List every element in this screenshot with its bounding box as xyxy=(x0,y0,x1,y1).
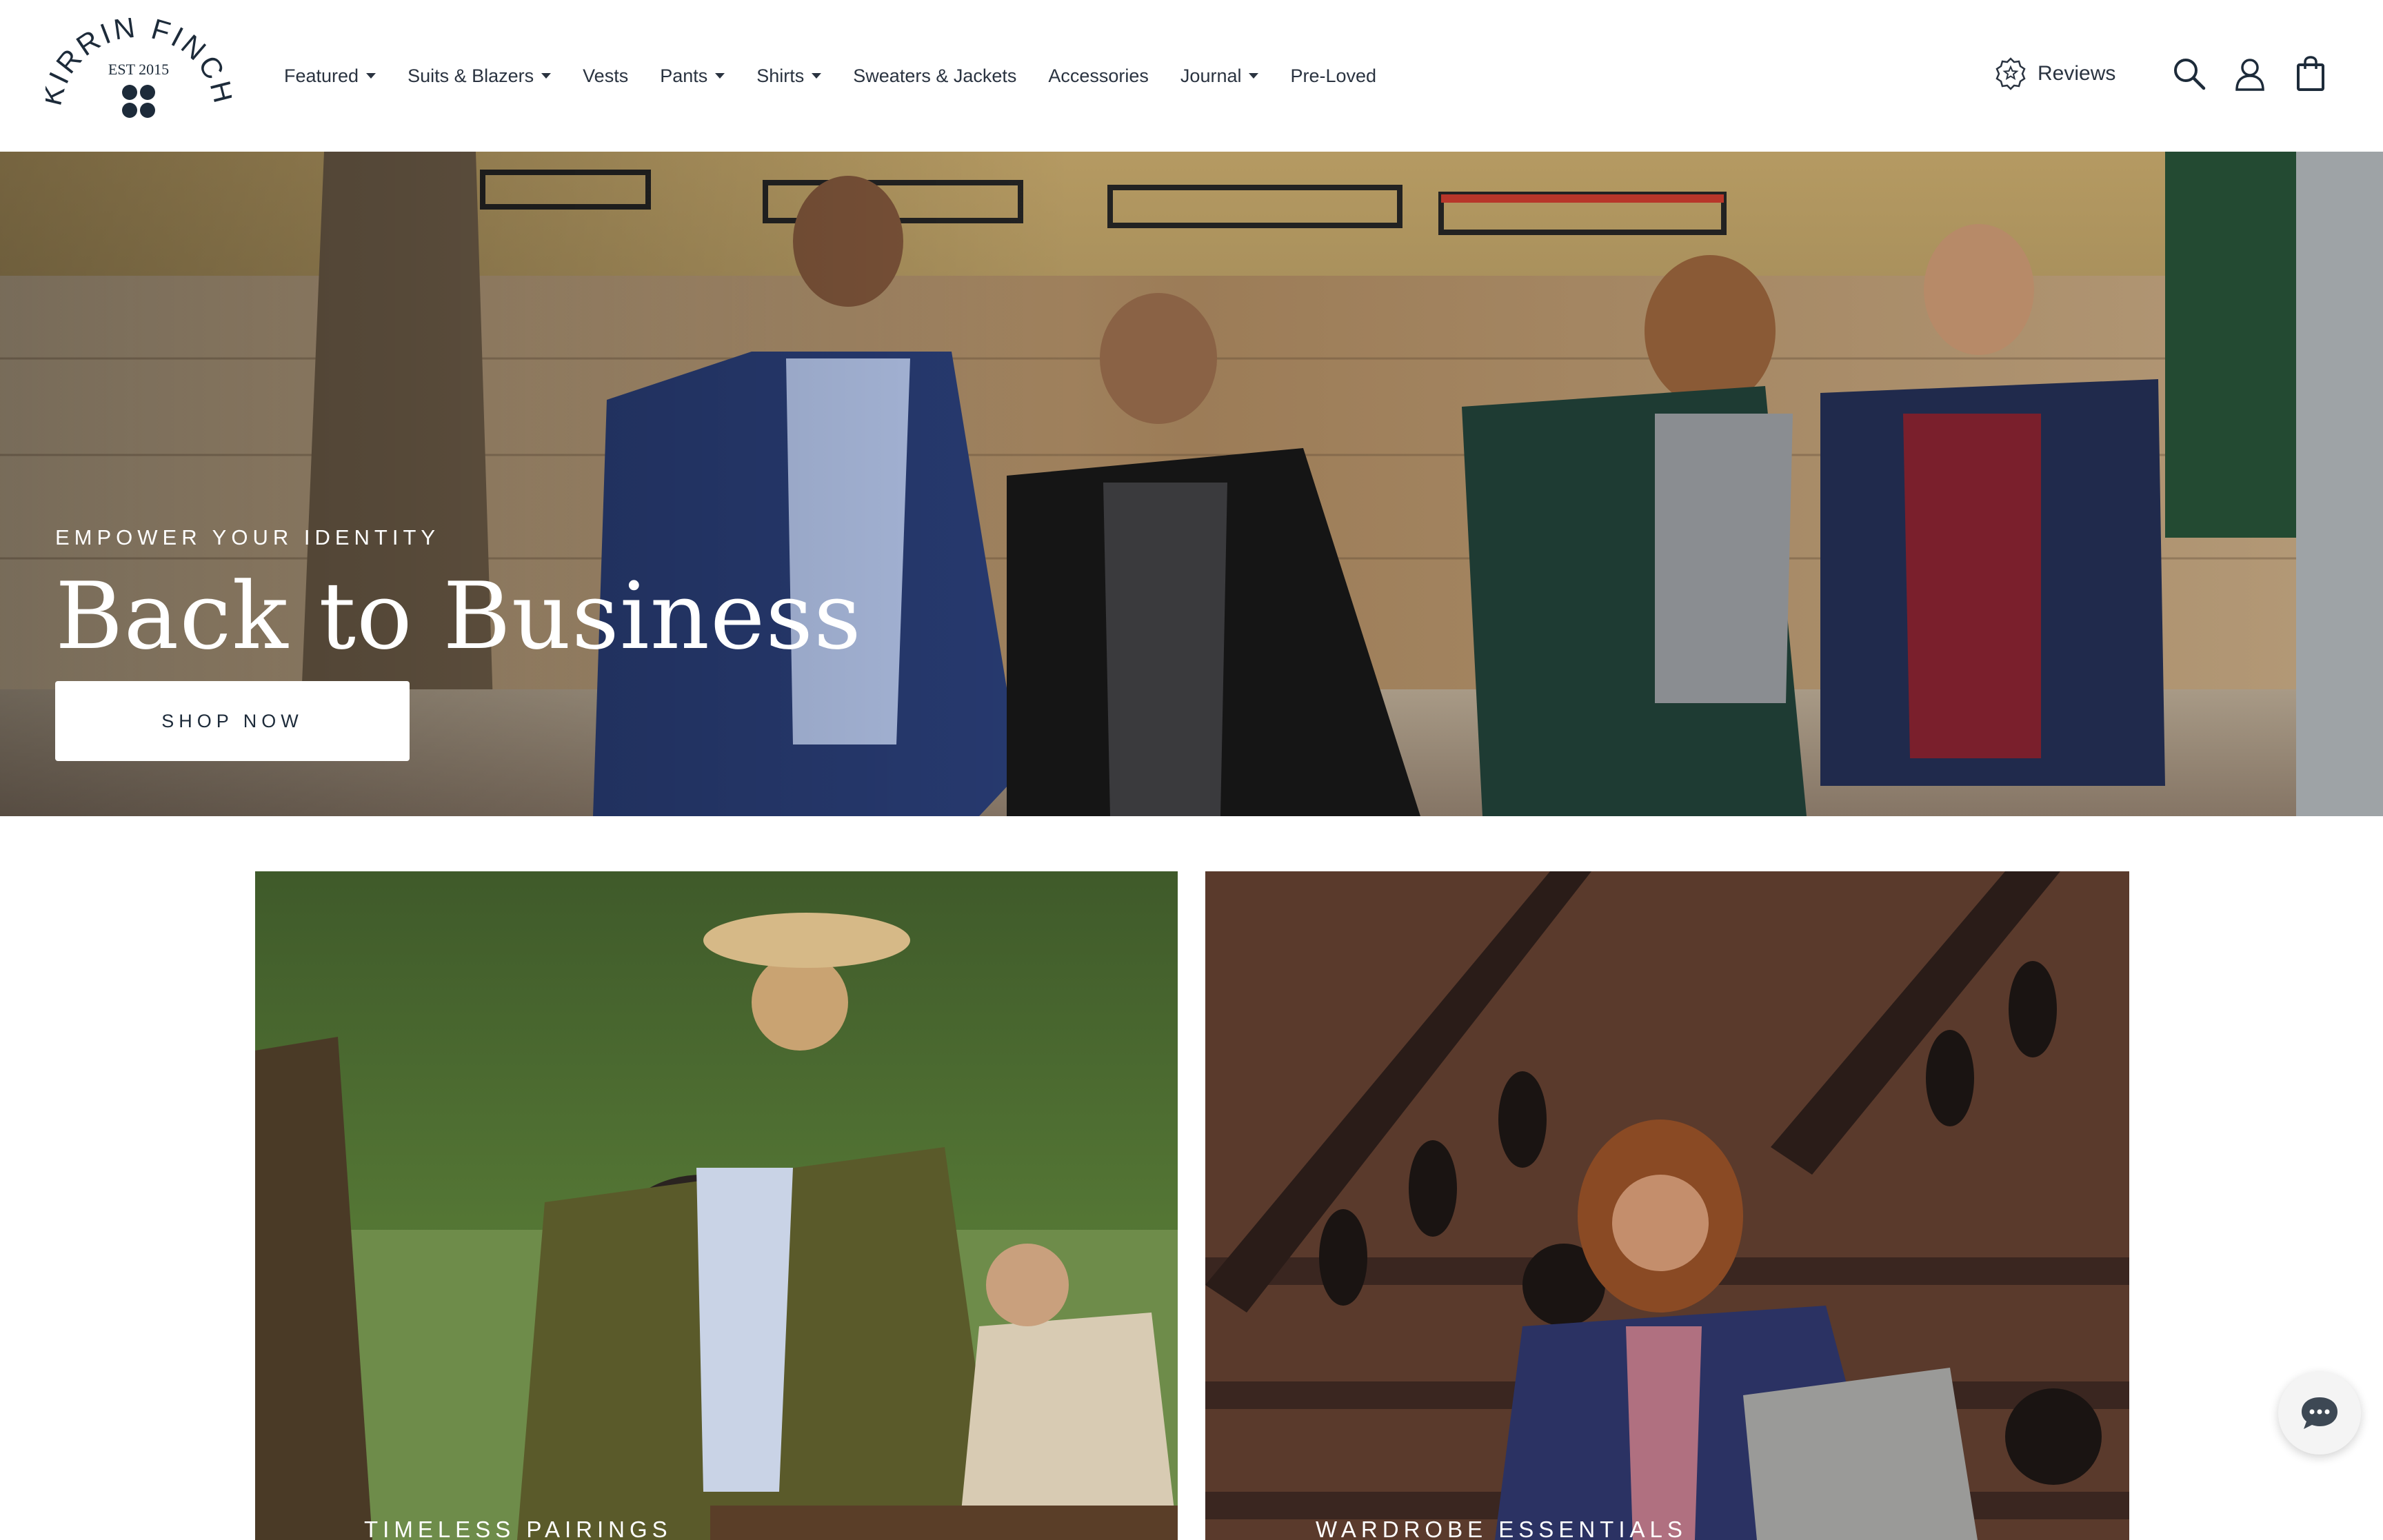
cart-icon[interactable] xyxy=(2292,55,2329,92)
tile-label: WARDROBE ESSENTIALS xyxy=(1316,1517,1687,1540)
svg-text:EST 2015: EST 2015 xyxy=(108,61,169,78)
kirrin-finch-logo[interactable]: KIRRIN FINCH EST 2015 xyxy=(46,18,232,135)
caret-down-icon xyxy=(1249,73,1259,79)
nav-item-featured[interactable]: Featured xyxy=(284,65,376,87)
nav-item-pants[interactable]: Pants xyxy=(660,65,725,87)
nav-item-pre-loved[interactable]: Pre-Loved xyxy=(1290,65,1376,87)
caret-down-icon xyxy=(812,73,822,79)
reviews-label: Reviews xyxy=(2038,62,2116,85)
caret-down-icon xyxy=(541,73,552,79)
chat-bubble-icon xyxy=(2302,1397,2337,1429)
nav-label: Pre-Loved xyxy=(1290,65,1377,86)
nav-item-journal[interactable]: Journal xyxy=(1180,65,1259,87)
collection-tile-timeless-pairings[interactable]: TIMELESS PAIRINGS xyxy=(255,871,1178,1540)
caret-down-icon xyxy=(366,73,376,79)
reviews-link[interactable]: Reviews xyxy=(1995,57,2115,91)
tile-photo-wardrobe-essentials xyxy=(1205,871,2129,1540)
nav-item-sweaters-jackets[interactable]: Sweaters & Jackets xyxy=(853,65,1016,87)
nav-label: Pants xyxy=(660,65,708,86)
nav-item-shirts[interactable]: Shirts xyxy=(756,65,822,87)
nav-item-accessories[interactable]: Accessories xyxy=(1048,65,1149,87)
star-badge-icon xyxy=(1995,57,2026,90)
nav-item-vests[interactable]: Vests xyxy=(583,65,628,87)
nav-item-suits-blazers[interactable]: Suits & Blazers xyxy=(408,65,552,87)
search-icon[interactable] xyxy=(2171,55,2208,92)
site-header: KIRRIN FINCH EST 2015 Featured Suits & B… xyxy=(0,0,2383,152)
nav-label: Journal xyxy=(1180,65,1242,86)
shop-now-button[interactable]: SHOP NOW xyxy=(55,681,410,761)
nav-label: Shirts xyxy=(756,65,805,86)
main-nav: Featured Suits & Blazers Vests Pants Shi… xyxy=(284,0,1408,152)
hero-banner: EMPOWER YOUR IDENTITY Back to Business S… xyxy=(0,152,2383,816)
nav-label: Featured xyxy=(284,65,359,86)
collection-tile-wardrobe-essentials[interactable]: WARDROBE ESSENTIALS xyxy=(1205,871,2129,1540)
nav-label: Suits & Blazers xyxy=(408,65,534,86)
hero-kicker: EMPOWER YOUR IDENTITY xyxy=(55,525,441,549)
hero-title: Back to Business xyxy=(55,563,862,670)
account-icon[interactable] xyxy=(2231,55,2269,92)
nav-label: Vests xyxy=(583,65,629,86)
nav-label: Sweaters & Jackets xyxy=(853,65,1017,86)
tile-label: TIMELESS PAIRINGS xyxy=(364,1517,672,1540)
chat-launcher[interactable] xyxy=(2278,1372,2361,1455)
nav-label: Accessories xyxy=(1048,65,1149,86)
caret-down-icon xyxy=(715,73,725,79)
tile-photo-timeless-pairings xyxy=(255,871,1178,1540)
